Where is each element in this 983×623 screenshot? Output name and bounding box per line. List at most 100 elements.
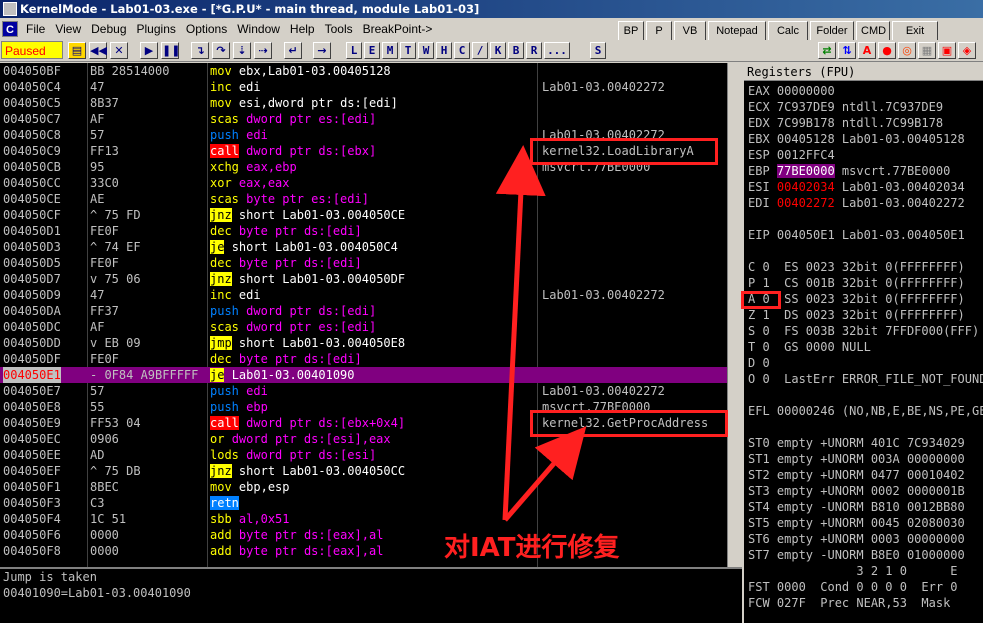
plugin-icon-8[interactable]: ◈ [958,42,976,59]
cmd-button[interactable]: CMD [856,21,890,41]
cpu-window-icon[interactable]: C [2,21,18,37]
breakpoints-button[interactable]: B [508,42,524,59]
register-row[interactable]: ST7 empty -UNORM B8E0 01000000 [748,547,965,563]
register-row[interactable]: FST 0000 Cond 0 0 0 0 Err 0 [748,579,958,595]
pause-icon[interactable]: ❚❚ [161,42,180,59]
folder-button[interactable]: Folder [810,21,854,41]
plugin-icon-4[interactable]: ● [878,42,896,59]
plugin-icon-1[interactable]: ⇄ [818,42,836,59]
run-trace-button[interactable]: ... [544,42,570,59]
plugin-icon-5[interactable]: ◎ [898,42,916,59]
register-row[interactable]: EAX 00000000 [748,83,835,99]
disassembly-row[interactable]: 004050D9 47 inc edi Lab01-03.00402272 [0,287,727,303]
exit-button[interactable]: Exit [892,21,938,41]
step-into-icon[interactable]: ↴ [191,42,209,59]
run-icon[interactable]: ▶ [140,42,158,59]
register-row[interactable]: Z 1 DS 0023 32bit 0(FFFFFFFF) [748,307,965,323]
register-row[interactable]: FCW 027F Prec NEAR,53 Mask [748,595,950,611]
register-row[interactable]: D 0 [748,355,770,371]
disassembly-row[interactable]: 004050EF ^ 75 DB jnz short Lab01-03.004050… [0,463,727,479]
disassembly-row[interactable]: 004050F3 C3 retn [0,495,727,511]
disassembly-row[interactable]: 004050CF ^ 75 FD jnz short Lab01-03.004050… [0,207,727,223]
disassembly-row[interactable]: 004050C4 47 inc edi Lab01-03.00402272 [0,79,727,95]
disassembly-row[interactable]: 004050C7 AF scas dword ptr es:[edi] [0,111,727,127]
register-row[interactable]: ESI 00402034 Lab01-03.00402034 [748,179,965,195]
disassembly-row[interactable]: 004050C5 8B37 mov esi,dword ptr ds:[edi] [0,95,727,111]
registers-pane[interactable]: Registers (FPU) EAX 00000000 ECX 7C937DE9… [744,63,983,623]
references-button[interactable]: R [526,42,542,59]
menu-window[interactable]: Window [232,22,285,36]
cpu-button[interactable]: C [454,42,470,59]
register-row[interactable]: ESP 0012FFC4 [748,147,835,163]
bp-button[interactable]: BP [618,21,644,41]
disassembly-row[interactable]: 004050D7 v 75 06 jnz short Lab01-03.004050… [0,271,727,287]
menu-debug[interactable]: Debug [86,22,131,36]
disassembly-row[interactable]: 004050F4 1C 51 sbb al,0x51 [0,511,727,527]
step-over-icon[interactable]: ↷ [212,42,230,59]
disassembly-row[interactable]: 004050DA FF37 push dword ptr ds:[edi] [0,303,727,319]
register-row[interactable]: ST1 empty +UNORM 003A 00000000 [748,451,965,467]
register-row[interactable]: 3 2 1 0 E [748,563,957,579]
execute-till-return-icon[interactable]: ↵ [284,42,302,59]
plugin-icon-3[interactable]: A [858,42,876,59]
menu-view[interactable]: View [50,22,86,36]
windows-button[interactable]: W [418,42,434,59]
threads-button[interactable]: T [400,42,416,59]
disassembly-row[interactable]: 004050CC 33C0 xor eax,eax [0,175,727,191]
register-row[interactable]: EDI 00402272 Lab01-03.00402272 [748,195,965,211]
source-button[interactable]: S [590,42,606,59]
disassembly-row[interactable]: 004050E7 57 push edi Lab01-03.00402272 [0,383,727,399]
plugin-icon-2[interactable]: ⇅ [838,42,856,59]
register-row[interactable]: ST5 empty +UNORM 0045 02080030 [748,515,965,531]
register-row[interactable]: C 0 ES 0023 32bit 0(FFFFFFFF) [748,259,965,275]
menu-breakpoint[interactable]: BreakPoint-> [358,22,438,36]
menu-help[interactable]: Help [285,22,320,36]
restart-icon[interactable]: ◀◀ [89,42,107,59]
plugin-icon-6[interactable]: ▦ [918,42,936,59]
disassembly-row[interactable]: 004050D3 ^ 74 EF je short Lab01-03.004050C… [0,239,727,255]
register-row[interactable]: EBP 77BE0000 msvcrt.77BE0000 [748,163,950,179]
menu-options[interactable]: Options [181,22,232,36]
disassembly-row[interactable]: 004050DD v EB 09 jmp short Lab01-03.004050… [0,335,727,351]
menu-plugins[interactable]: Plugins [132,22,181,36]
disassembly-row[interactable]: 004050F1 8BEC mov ebp,esp [0,479,727,495]
plugin-icon-7[interactable]: ▣ [938,42,956,59]
register-row[interactable]: EDX 7C99B178 ntdll.7C99B178 [748,115,943,131]
patches-button[interactable]: / [472,42,488,59]
calc-button[interactable]: Calc [768,21,808,41]
register-row[interactable]: EIP 004050E1 Lab01-03.004050E1 [748,227,965,243]
menu-file[interactable]: File [21,22,50,36]
open-icon[interactable]: ▤ [68,42,86,59]
disassembly-row[interactable]: 004050DC AF scas dword ptr es:[edi] [0,319,727,335]
memory-map-button[interactable]: M [382,42,398,59]
register-row[interactable]: O 0 LastErr ERROR_FILE_NOT_FOUND [748,371,983,387]
register-row[interactable]: ST0 empty +UNORM 401C 7C934029 [748,435,965,451]
vb-button[interactable]: VB [674,21,706,41]
trace-over-icon[interactable]: ⇢ [254,42,272,59]
register-row[interactable]: S 0 FS 003B 32bit 7FFDF000(FFF) [748,323,979,339]
register-row[interactable]: EFL 00000246 (NO,NB,E,BE,NS,PE,GE,LE) [748,403,983,419]
disassembly-row[interactable]: 004050D5 FE0F dec byte ptr ds:[edi] [0,255,727,271]
disassembly-scrollbar[interactable] [727,63,742,567]
register-row[interactable]: T 0 GS 0000 NULL [748,339,871,355]
executable-modules-button[interactable]: E [364,42,380,59]
disassembly-row[interactable]: 004050E1 - 0F84 A9BFFFFF je Lab01-03.00401… [0,367,727,383]
registers-header[interactable]: Registers (FPU) [744,63,983,81]
goto-icon[interactable]: → [313,42,331,59]
register-row[interactable]: ST6 empty +UNORM 0003 00000000 [748,531,965,547]
disassembly-row[interactable]: 004050DF FE0F dec byte ptr ds:[edi] [0,351,727,367]
p-button[interactable]: P [646,21,672,41]
menu-tools[interactable]: Tools [320,22,358,36]
disassembly-row[interactable]: 004050BF BB 28514000 mov ebx,Lab01-03.0040… [0,63,727,79]
register-row[interactable]: ST4 empty -UNORM B810 0012BB80 [748,499,965,515]
close-icon[interactable]: ✕ [110,42,128,59]
disassembly-row[interactable]: 004050CE AE scas byte ptr es:[edi] [0,191,727,207]
handles-button[interactable]: H [436,42,452,59]
call-stack-button[interactable]: K [490,42,506,59]
register-row[interactable]: ST3 empty +UNORM 0002 0000001B [748,483,965,499]
register-row[interactable]: EBX 00405128 Lab01-03.00405128 [748,131,965,147]
disassembly-row[interactable]: 004050D1 FE0F dec byte ptr ds:[edi] [0,223,727,239]
register-row[interactable]: ECX 7C937DE9 ntdll.7C937DE9 [748,99,943,115]
notepad-button[interactable]: Notepad [708,21,766,41]
disassembly-row[interactable]: 004050EE AD lods dword ptr ds:[esi] [0,447,727,463]
